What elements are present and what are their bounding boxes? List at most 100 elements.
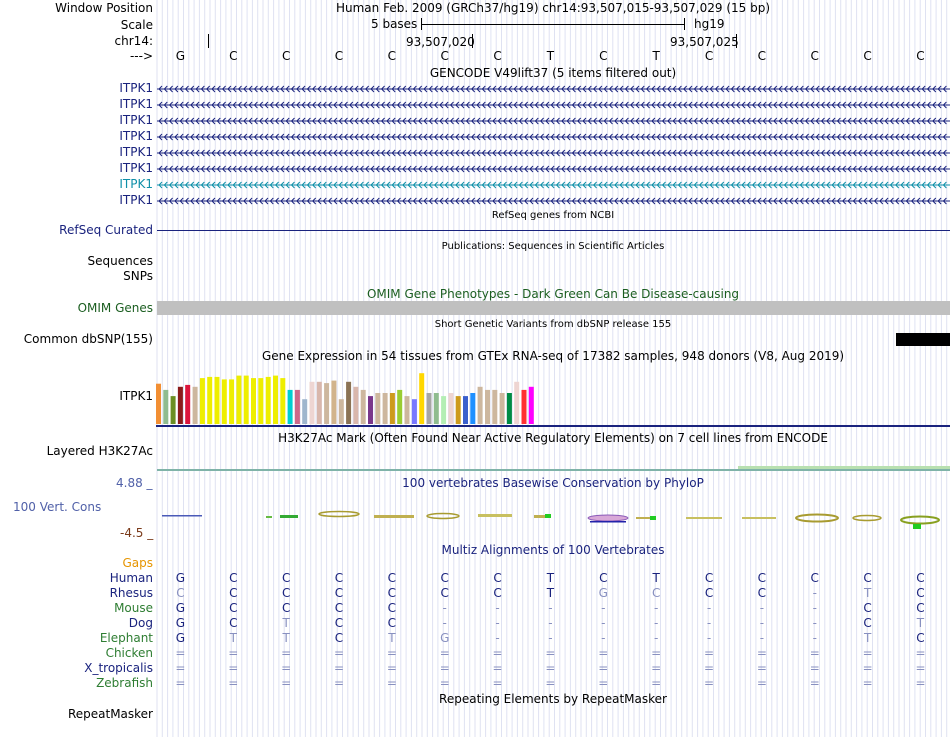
alignment-base: C bbox=[757, 571, 767, 585]
species-label[interactable]: Rhesus bbox=[0, 586, 153, 601]
gtex-track-label[interactable]: ITPK1 bbox=[0, 389, 153, 404]
gtex-expression-chart[interactable] bbox=[156, 362, 950, 428]
gtex-tissue-bar bbox=[353, 386, 359, 424]
alignment-base: - bbox=[706, 631, 712, 645]
gencode-item-label[interactable]: ITPK1 bbox=[0, 161, 153, 176]
gencode-track-title[interactable]: GENCODE V49lift37 (5 items filtered out) bbox=[156, 66, 950, 80]
gtex-tissue-bar bbox=[492, 389, 498, 424]
alignment-base: = bbox=[651, 661, 662, 675]
species-label[interactable]: X_tropicalis bbox=[0, 661, 153, 676]
alignment-base: C bbox=[281, 601, 291, 615]
omim-track-title[interactable]: OMIM Gene Phenotypes - Dark Green Can Be… bbox=[156, 287, 950, 301]
multiz-gaps-label[interactable]: Gaps bbox=[0, 556, 153, 571]
species-label[interactable]: Dog bbox=[0, 616, 153, 631]
alignment-base: - bbox=[653, 601, 659, 615]
gtex-tissue-bar bbox=[368, 396, 373, 424]
gtex-tissue-bar bbox=[528, 386, 534, 424]
conservation-min: -4.5 _ bbox=[120, 526, 154, 540]
gtex-tissue-bar bbox=[214, 376, 220, 424]
alignment-base: C bbox=[757, 586, 767, 600]
alignment-base: - bbox=[601, 616, 606, 630]
gtex-tissue-bar bbox=[360, 389, 366, 424]
alignment-base: - bbox=[601, 631, 606, 645]
alignment-base: C bbox=[229, 571, 238, 585]
alignment-base: = bbox=[809, 646, 820, 660]
gtex-tissue-bar bbox=[287, 389, 293, 424]
species-label[interactable]: Chicken bbox=[0, 646, 153, 661]
gtex-track-title[interactable]: Gene Expression in 54 tissues from GTEx … bbox=[156, 349, 950, 363]
gencode-item-label[interactable]: ITPK1 bbox=[0, 193, 153, 208]
gencode-item-label[interactable]: ITPK1 bbox=[0, 97, 153, 112]
sequence-base: C bbox=[334, 49, 344, 63]
alignment-base: - bbox=[812, 586, 817, 600]
gtex-tissue-bar bbox=[243, 375, 249, 424]
h3k27ac-track-title[interactable]: H3K27Ac Mark (Often Found Near Active Re… bbox=[156, 431, 950, 445]
sequence-base: C bbox=[493, 49, 502, 63]
sequence-base: G bbox=[175, 49, 186, 63]
alignment-base: C bbox=[440, 571, 449, 585]
species-label[interactable]: Elephant bbox=[0, 631, 153, 646]
gencode-transcript[interactable] bbox=[157, 180, 950, 190]
dbsnp-variant[interactable] bbox=[896, 333, 950, 346]
alignment-base: = bbox=[756, 646, 767, 660]
gtex-tissue-bar bbox=[163, 389, 169, 424]
omim-feature-bar[interactable] bbox=[157, 301, 950, 315]
species-label[interactable]: Zebrafish bbox=[0, 676, 153, 691]
gencode-item-label[interactable]: ITPK1 bbox=[0, 145, 153, 160]
gtex-tissue-bar bbox=[156, 383, 161, 424]
repeatmasker-track-title[interactable]: Repeating Elements by RepeatMasker bbox=[156, 692, 950, 706]
alignment-base: = bbox=[175, 661, 186, 675]
refseq-track-title[interactable]: RefSeq genes from NCBI bbox=[156, 210, 950, 221]
gencode-item-label[interactable]: ITPK1 bbox=[0, 81, 153, 96]
publications-track-title[interactable]: Publications: Sequences in Scientific Ar… bbox=[156, 241, 950, 252]
alignment-base: - bbox=[495, 631, 500, 645]
gtex-tissue-bar bbox=[207, 376, 213, 424]
refseq-gene-line[interactable] bbox=[157, 230, 950, 231]
h3k27ac-signal-peak[interactable] bbox=[738, 466, 950, 469]
alignment-base: - bbox=[442, 601, 447, 615]
gencode-transcript[interactable] bbox=[157, 116, 950, 126]
gencode-transcript[interactable] bbox=[157, 148, 950, 158]
alignment-base: C bbox=[440, 586, 449, 600]
snps-track-label[interactable]: SNPs bbox=[0, 269, 153, 284]
sequence-base: C bbox=[863, 49, 872, 63]
gencode-transcript[interactable] bbox=[157, 196, 950, 206]
alignment-base: = bbox=[862, 676, 873, 690]
sequence-base: C bbox=[704, 49, 714, 63]
conservation-track-label[interactable]: 100 Vert. Cons bbox=[13, 500, 101, 514]
alignment-base: C bbox=[281, 571, 291, 585]
gencode-item-label[interactable]: ITPK1 bbox=[0, 177, 153, 192]
conservation-logo[interactable] bbox=[156, 506, 950, 532]
gtex-tissue-bar bbox=[397, 389, 403, 424]
alignment-base: T bbox=[546, 571, 555, 585]
repeatmasker-track-label[interactable]: RepeatMasker bbox=[0, 707, 153, 722]
alignment-base: = bbox=[915, 661, 926, 675]
alignment-base: = bbox=[228, 661, 239, 675]
alignment-base: - bbox=[706, 601, 712, 615]
gencode-item-label[interactable]: ITPK1 bbox=[0, 113, 153, 128]
dbsnp-track-title[interactable]: Short Genetic Variants from dbSNP releas… bbox=[156, 319, 950, 330]
gtex-tissue-bar bbox=[280, 378, 286, 424]
h3k27ac-track-label[interactable]: Layered H3K27Ac bbox=[0, 444, 153, 459]
species-label[interactable]: Human bbox=[0, 571, 153, 586]
refseq-track-label[interactable]: RefSeq Curated bbox=[0, 223, 153, 238]
gencode-item-label[interactable]: ITPK1 bbox=[0, 129, 153, 144]
alignment-base: = bbox=[598, 676, 609, 690]
publications-track-label[interactable]: Sequences bbox=[0, 254, 153, 269]
conservation-track-title[interactable]: 100 vertebrates Basewise Conservation by… bbox=[156, 476, 950, 490]
gtex-tissue-bar bbox=[170, 396, 176, 424]
alignment-base: C bbox=[387, 616, 397, 630]
omim-track-label[interactable]: OMIM Genes bbox=[0, 301, 153, 316]
gencode-transcript[interactable] bbox=[157, 164, 950, 174]
alignment-base: G bbox=[175, 601, 186, 615]
alignment-base: = bbox=[651, 646, 662, 660]
multiz-track-title[interactable]: Multiz Alignments of 100 Vertebrates bbox=[156, 543, 950, 557]
gencode-transcript[interactable] bbox=[157, 100, 950, 110]
dbsnp-track-label[interactable]: Common dbSNP(155) bbox=[0, 332, 153, 347]
species-label[interactable]: Mouse bbox=[0, 601, 153, 616]
gencode-transcript[interactable] bbox=[157, 84, 950, 94]
h3k27ac-signal[interactable] bbox=[157, 469, 950, 471]
gencode-transcript[interactable] bbox=[157, 132, 950, 142]
scale-bar bbox=[421, 18, 685, 30]
alignment-base: = bbox=[915, 646, 926, 660]
